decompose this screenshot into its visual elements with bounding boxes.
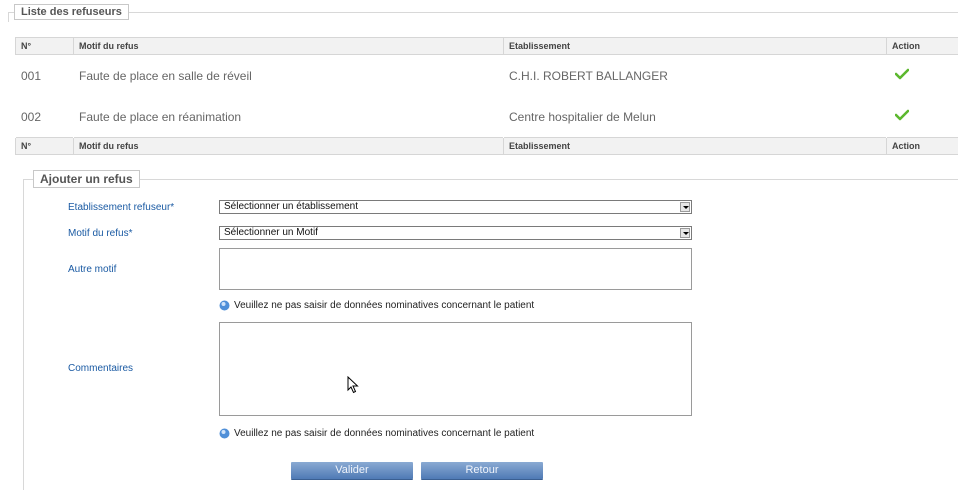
column-header-action: Action: [887, 38, 958, 55]
check-icon[interactable]: [895, 109, 909, 121]
row-action: [887, 55, 958, 97]
column-header-num: N°: [16, 38, 74, 55]
commentaires-input[interactable]: [219, 322, 692, 416]
info-icon: [219, 428, 230, 439]
list-fieldset-left-border: [8, 12, 9, 22]
motif-select[interactable]: Sélectionner un Motif: [219, 226, 692, 240]
column-header-motif: Motif du refus: [74, 38, 504, 55]
row-num: 001: [16, 55, 74, 97]
hint-text-2: Veuillez ne pas saisir de données nomina…: [234, 428, 534, 439]
column-footer-motif: Motif du refus: [74, 138, 504, 155]
row-motif: Faute de place en salle de réveil: [74, 55, 504, 97]
hint-row-1: Veuillez ne pas saisir de données nomina…: [219, 300, 534, 311]
table-header-row: N° Motif du refus Etablissement Action: [16, 38, 958, 55]
chevron-down-icon[interactable]: [680, 202, 690, 212]
hint-text-1: Veuillez ne pas saisir de données nomina…: [234, 300, 534, 311]
list-legend: Liste des refuseurs: [14, 4, 129, 20]
mouse-pointer-icon: [347, 376, 359, 394]
autre-motif-input[interactable]: [219, 248, 692, 290]
etablissement-select-value: Sélectionner un établissement: [224, 201, 358, 212]
column-footer-num: N°: [16, 138, 74, 155]
autre-motif-label: Autre motif: [68, 264, 116, 275]
table-footer-row: N° Motif du refus Etablissement Action: [16, 138, 958, 155]
row-etablissement: Centre hospitalier de Melun: [504, 96, 887, 138]
column-header-etablissement: Etablissement: [504, 38, 887, 55]
list-fieldset-border: [8, 12, 958, 13]
motif-select-value: Sélectionner un Motif: [224, 227, 318, 238]
table-row: 002 Faute de place en réanimation Centre…: [16, 96, 958, 138]
chevron-down-icon[interactable]: [680, 228, 690, 238]
retour-button[interactable]: Retour: [421, 462, 543, 479]
row-action: [887, 96, 958, 138]
row-motif: Faute de place en réanimation: [74, 96, 504, 138]
etablissement-label: Etablissement refuseur*: [68, 202, 174, 213]
etablissement-select[interactable]: Sélectionner un établissement: [219, 200, 692, 214]
add-legend: Ajouter un refus: [33, 170, 140, 188]
refusers-table: N° Motif du refus Etablissement Action 0…: [15, 37, 958, 155]
commentaires-label: Commentaires: [68, 363, 133, 374]
hint-row-2: Veuillez ne pas saisir de données nomina…: [219, 428, 534, 439]
column-footer-action: Action: [887, 138, 958, 155]
row-etablissement: C.H.I. ROBERT BALLANGER: [504, 55, 887, 97]
motif-label: Motif du refus*: [68, 228, 132, 239]
table-row: 001 Faute de place en salle de réveil C.…: [16, 55, 958, 97]
row-num: 002: [16, 96, 74, 138]
check-icon[interactable]: [895, 68, 909, 80]
info-icon: [219, 300, 230, 311]
valider-button[interactable]: Valider: [291, 462, 413, 479]
column-footer-etablissement: Etablissement: [504, 138, 887, 155]
